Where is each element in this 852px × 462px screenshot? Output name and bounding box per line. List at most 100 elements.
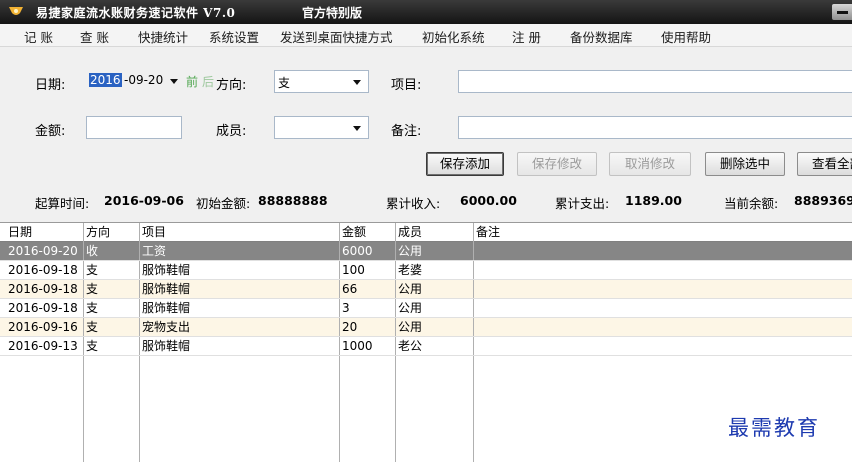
note-input[interactable]: [458, 116, 852, 139]
cell-member: 老公: [398, 339, 423, 353]
date-label: 日期:: [35, 78, 66, 93]
balance-label: 当前余额:: [724, 196, 779, 211]
cell-direction: 收: [86, 244, 99, 258]
menu-query[interactable]: 查 账: [80, 27, 109, 46]
row-divider: [0, 317, 852, 318]
table-row[interactable]: 2016-09-20 收 工资 6000 公用: [0, 242, 852, 260]
chevron-down-icon[interactable]: [170, 79, 178, 84]
cell-amount: 100: [342, 263, 365, 277]
menu-backup[interactable]: 备份数据库: [570, 27, 633, 46]
member-select[interactable]: [274, 116, 369, 139]
income-value: 6000.00: [460, 193, 517, 208]
app-logo-icon: [9, 7, 23, 15]
cell-member: 公用: [398, 282, 423, 296]
initial-amount-label: 初始金额:: [196, 196, 251, 211]
column-header-date[interactable]: 日期: [6, 223, 82, 241]
table-row[interactable]: 2016-09-18 支 服饰鞋帽 66 公用: [0, 280, 852, 298]
cell-item: 服饰鞋帽: [142, 263, 191, 277]
cell-note: [474, 299, 852, 317]
chevron-down-icon[interactable]: [353, 126, 361, 131]
table-header: 日期 方向 项目 金额 成员 备注: [0, 223, 852, 242]
cell-amount: 3: [342, 301, 350, 315]
menu-settings[interactable]: 系统设置: [209, 27, 259, 46]
date-year[interactable]: 2016: [89, 73, 122, 87]
item-label: 项目:: [391, 78, 422, 93]
cancel-edit-button[interactable]: 取消修改: [609, 152, 691, 176]
column-header-note[interactable]: 备注: [474, 223, 852, 241]
save-add-button[interactable]: 保存添加: [426, 152, 504, 176]
menu-help[interactable]: 使用帮助: [661, 27, 711, 46]
cell-note: [474, 337, 852, 355]
cell-item: 工资: [142, 244, 167, 258]
title-bar: 易捷家庭流水账财务速记软件 V7.0 官方特别版: [0, 0, 852, 24]
cell-date: 2016-09-13: [8, 339, 78, 353]
column-divider: [473, 223, 474, 462]
chevron-down-icon[interactable]: [353, 80, 361, 85]
cell-amount: 20: [342, 320, 358, 334]
cell-member: 老婆: [398, 263, 423, 277]
cell-date: 2016-09-16: [8, 320, 78, 334]
window-edition: 官方特别版: [302, 6, 363, 20]
column-header-member[interactable]: 成员: [396, 223, 472, 241]
menu-initialize[interactable]: 初始化系统: [422, 27, 485, 46]
cell-note: [474, 261, 852, 279]
column-header-item[interactable]: 项目: [140, 223, 338, 241]
cell-note: [474, 280, 852, 298]
start-time-label: 起算时间:: [35, 196, 90, 211]
cell-item: 服饰鞋帽: [142, 301, 191, 315]
cell-item: 宠物支出: [142, 320, 191, 334]
table-row[interactable]: 2016-09-18 支 服饰鞋帽 100 老婆: [0, 261, 852, 279]
column-divider: [395, 223, 396, 462]
table-row[interactable]: 2016-09-13 支 服饰鞋帽 1000 老公: [0, 337, 852, 355]
note-label: 备注:: [391, 124, 422, 139]
balance-value: 88893699: [794, 193, 852, 208]
delete-selected-button[interactable]: 删除选中: [705, 152, 785, 176]
column-header-direction[interactable]: 方向: [84, 223, 138, 241]
view-all-button[interactable]: 查看全部: [797, 152, 852, 176]
cell-direction: 支: [86, 301, 99, 315]
row-divider: [0, 260, 852, 261]
direction-label: 方向:: [216, 78, 247, 93]
initial-amount-value: 88888888: [258, 193, 328, 208]
start-time-value: 2016-09-06: [104, 193, 184, 208]
minimize-button[interactable]: [832, 4, 852, 20]
cell-note: [474, 242, 852, 260]
cell-direction: 支: [86, 282, 99, 296]
save-edit-button[interactable]: 保存修改: [517, 152, 597, 176]
cell-date: 2016-09-18: [8, 301, 78, 315]
column-divider: [339, 223, 340, 462]
table-row[interactable]: 2016-09-16 支 宠物支出 20 公用: [0, 318, 852, 336]
cell-direction: 支: [86, 339, 99, 353]
column-header-amount[interactable]: 金额: [340, 223, 394, 241]
date-picker[interactable]: 2016 -09-20: [86, 70, 182, 92]
member-label: 成员:: [216, 124, 247, 139]
item-input[interactable]: [458, 70, 852, 93]
menu-register[interactable]: 注 册: [512, 27, 541, 46]
watermark: 最需教育: [728, 416, 820, 440]
cell-date: 2016-09-18: [8, 263, 78, 277]
menu-bookkeeping[interactable]: 记 账: [24, 27, 53, 46]
expense-value: 1189.00: [625, 193, 682, 208]
income-label: 累计收入:: [386, 196, 441, 211]
table-row[interactable]: 2016-09-18 支 服饰鞋帽 3 公用: [0, 299, 852, 317]
cell-direction: 支: [86, 263, 99, 277]
date-month-day[interactable]: -09-20: [124, 73, 163, 87]
menu-quick-stats[interactable]: 快捷统计: [138, 27, 188, 46]
amount-input[interactable]: [86, 116, 182, 139]
window-title: 易捷家庭流水账财务速记软件 V7.0: [36, 6, 236, 20]
cell-amount: 1000: [342, 339, 373, 353]
cell-note: [474, 318, 852, 336]
prev-day-link[interactable]: 前: [186, 73, 198, 90]
cell-member: 公用: [398, 244, 423, 258]
menu-desktop-shortcut[interactable]: 发送到桌面快捷方式: [280, 27, 393, 46]
amount-label: 金额:: [35, 124, 66, 139]
row-divider: [0, 336, 852, 337]
next-day-link[interactable]: 后: [202, 73, 214, 90]
cell-direction: 支: [86, 320, 99, 334]
expense-label: 累计支出:: [555, 196, 610, 211]
cell-member: 公用: [398, 320, 423, 334]
cell-item: 服饰鞋帽: [142, 282, 191, 296]
records-table[interactable]: 日期 方向 项目 金额 成员 备注 2016-09-20 收 工资 6000 公…: [0, 222, 852, 462]
cell-date: 2016-09-20: [8, 244, 78, 258]
direction-select[interactable]: 支: [274, 70, 369, 93]
